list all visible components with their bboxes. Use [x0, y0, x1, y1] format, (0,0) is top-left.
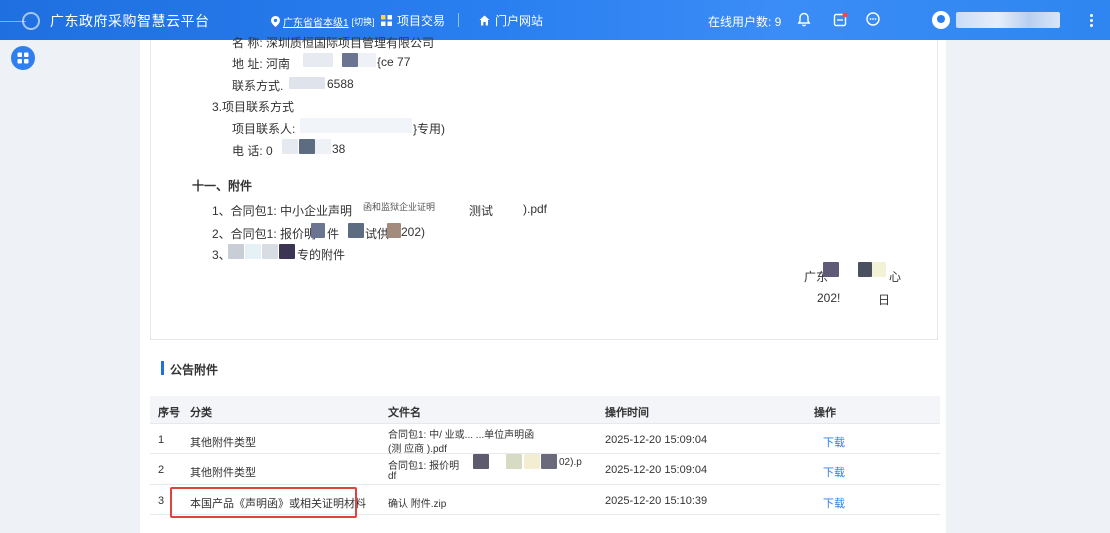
row-filename-line2: (测 应商 ).pdf — [388, 444, 447, 455]
download-link[interactable]: 下载 — [823, 464, 845, 480]
platform-logo-icon — [22, 12, 40, 30]
doc-attachment-3-tail: 专的附件 — [297, 248, 346, 262]
nav-portal[interactable]: 门户网站 — [479, 12, 543, 29]
doc-attachment-2-tail: 202) — [401, 225, 426, 239]
table-row: 1 其他附件类型 合同包1: 中/ 业或... ...单位声明函 (测 应商 )… — [150, 424, 940, 455]
redaction-block — [262, 244, 278, 259]
doc-attachment-1-mid2: 测试 — [469, 204, 494, 218]
grid-icon — [381, 15, 392, 26]
redaction-block — [311, 223, 325, 238]
app-title[interactable]: 广东政府采购智慧云平台 — [50, 11, 210, 31]
location-pin-icon — [271, 16, 280, 27]
user-name[interactable] — [956, 12, 1060, 28]
col-header-no: 序号 — [158, 407, 180, 419]
doc-attachment-1-mid: 函和监狱企业证明 — [363, 202, 436, 212]
nav-divider — [458, 13, 459, 27]
nav-portal-label: 门户网站 — [495, 14, 544, 28]
doc-line-contact-tail: 6588 — [327, 77, 354, 91]
download-link[interactable]: 下载 — [823, 495, 845, 511]
redaction-block — [473, 454, 489, 469]
doc-line-contact: 联系方式. — [232, 79, 284, 93]
section-accent-bar — [161, 361, 164, 375]
nav-project-trade[interactable]: 项目交易 — [381, 12, 445, 29]
redaction-block — [387, 223, 401, 238]
doc-line-person: 项目联系人: — [232, 122, 296, 136]
doc-attachment-1-tail: ).pdf — [523, 202, 548, 216]
col-header-category: 分类 — [190, 407, 212, 419]
table-header-row: 序号 分类 文件名 操作时间 操作 — [150, 396, 940, 424]
chat-icon[interactable] — [864, 10, 882, 28]
redaction-block — [348, 223, 364, 238]
download-link[interactable]: 下载 — [823, 434, 845, 450]
row-time: 2025-12-20 15:09:04 — [605, 464, 708, 476]
online-users-count: 在线用户数: 9 — [708, 15, 782, 29]
row-category: 其他附件类型 — [190, 467, 256, 479]
bell-icon[interactable] — [795, 10, 813, 28]
redaction-block — [541, 454, 557, 469]
row-filename: 确认 附件.zip — [388, 499, 447, 510]
col-header-time: 操作时间 — [605, 407, 649, 419]
more-menu-icon[interactable] — [1085, 12, 1097, 28]
row-filename: 合同包1: 报价明 — [388, 461, 460, 472]
doc-signature-date: 202! — [817, 291, 841, 305]
row-no: 3 — [158, 495, 165, 507]
row-time: 2025-12-20 15:09:04 — [605, 434, 708, 446]
apps-grid-icon — [17, 52, 29, 64]
table-row: 2 其他附件类型 合同包1: 报价明 02).p df 2025-12-20 1… — [150, 454, 940, 485]
redaction-block — [823, 262, 839, 277]
doc-line-phone-tail: 38 — [332, 142, 346, 156]
task-notification-icon[interactable] — [831, 10, 849, 28]
row-filename-tail: 02).p — [559, 457, 582, 468]
redaction-block — [872, 262, 886, 277]
redaction-block — [506, 454, 522, 469]
highlight-box — [170, 487, 357, 518]
redaction-block — [524, 454, 540, 469]
nav-project-trade-label: 项目交易 — [397, 14, 446, 28]
doc-attachment-2-mid2: 试供 — [365, 227, 390, 241]
redaction-block — [228, 244, 244, 259]
doc-attachment-1[interactable]: 1、合同包1: 中小企业声明 — [212, 202, 352, 219]
app-menu-button[interactable] — [11, 46, 35, 70]
row-filename-line2: df — [388, 471, 397, 482]
doc-line-address: 地 址: 河南 — [232, 57, 291, 71]
redaction-block — [282, 139, 298, 154]
doc-signature-org-tail: 心 — [889, 270, 902, 284]
redaction-block — [279, 244, 295, 259]
top-navigation-bar: 广东政府采购智慧云平台 广东省省本级1 [切换] 项目交易 门户网站 在线用户数… — [0, 0, 1110, 40]
region-name: 广东省省本级1 — [283, 18, 349, 29]
doc-section-attachments: 十一、附件 — [192, 179, 253, 193]
redaction-block — [300, 118, 412, 133]
redaction-block — [245, 244, 261, 259]
right-margin — [946, 40, 1110, 533]
redaction-block — [315, 139, 331, 154]
announcement-document: 名 称: 深圳质恒国际项目管理有限公司 地 址: 河南 {ce 77 联系方式.… — [150, 36, 938, 340]
redaction-block — [303, 53, 333, 67]
row-filename: 合同包1: 中/ 业或... ...单位声明函 — [388, 430, 535, 441]
doc-attachment-2-mid: 件 — [327, 227, 340, 241]
home-icon — [479, 15, 490, 26]
redaction-block — [858, 262, 872, 277]
doc-line-person-tail: }专用) — [413, 122, 446, 136]
redaction-block — [342, 53, 358, 67]
redaction-block — [299, 139, 315, 154]
row-category: 其他附件类型 — [190, 437, 256, 449]
col-header-action: 操作 — [814, 407, 836, 419]
row-time: 2025-12-20 15:10:39 — [605, 495, 708, 507]
doc-heading-contact: 3.项目联系方式 — [212, 100, 295, 114]
doc-attachment-2[interactable]: 2、合同包1: 报价明 — [212, 225, 316, 242]
doc-line-phone: 电 话: 0 — [232, 144, 273, 158]
region-switch-link[interactable]: [切换] — [352, 15, 375, 28]
user-avatar[interactable] — [932, 11, 950, 29]
region-selector[interactable]: 广东省省本级1 [切换] — [271, 14, 375, 29]
redaction-block — [289, 77, 325, 89]
col-header-filename: 文件名 — [388, 407, 421, 419]
row-no: 1 — [158, 434, 165, 446]
row-no: 2 — [158, 464, 165, 476]
doc-line-name: 名 称: 深圳质恒国际项目管理有限公司 — [232, 36, 435, 50]
redaction-block — [358, 53, 376, 67]
doc-signature-date-tail: 日 — [878, 293, 891, 307]
doc-line-address-tail: {ce 77 — [377, 55, 411, 69]
section-title-attachments: 公告附件 — [170, 363, 219, 377]
